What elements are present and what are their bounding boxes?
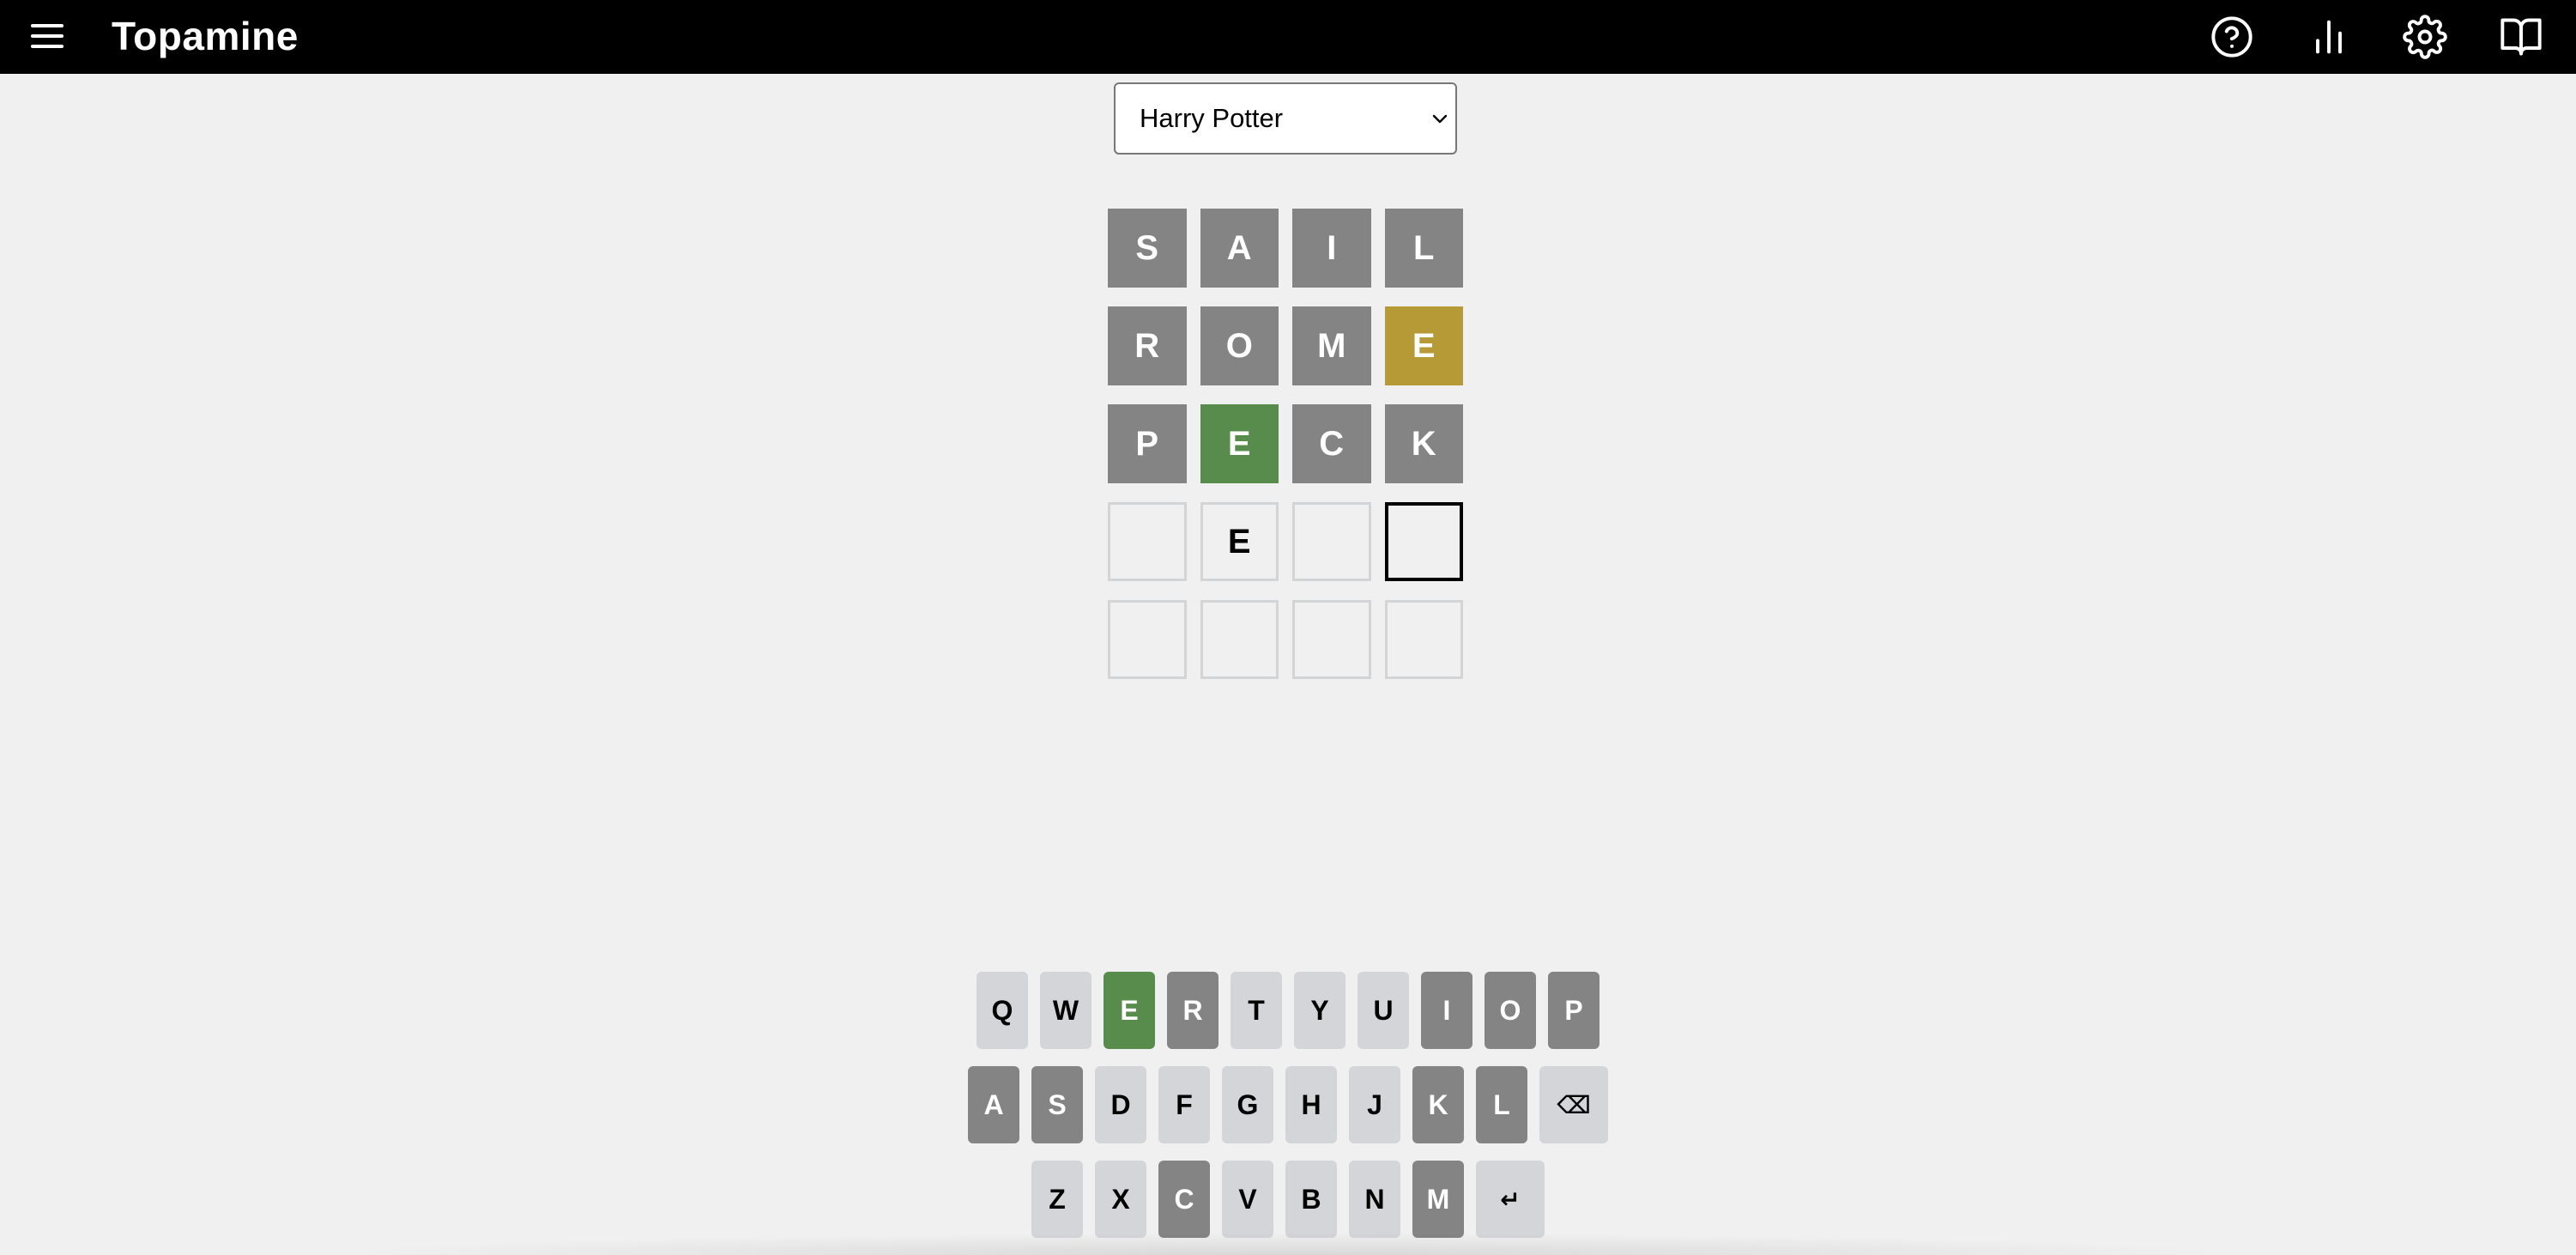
- stats-icon[interactable]: [2307, 15, 2351, 59]
- key-o[interactable]: O: [1485, 972, 1536, 1049]
- key-l[interactable]: L: [1476, 1066, 1527, 1143]
- board-tile: C: [1292, 404, 1371, 483]
- menu-icon[interactable]: [29, 19, 69, 55]
- key-x[interactable]: X: [1095, 1161, 1146, 1238]
- board-tile: K: [1384, 404, 1463, 483]
- board-tile: [1292, 502, 1371, 581]
- key-a[interactable]: A: [968, 1066, 1019, 1143]
- board-row: ROME: [1108, 306, 1463, 385]
- app-header: Topamine: [0, 0, 2576, 74]
- key-d[interactable]: D: [1095, 1066, 1146, 1143]
- enter-key[interactable]: ↵: [1476, 1161, 1545, 1238]
- key-p[interactable]: P: [1548, 972, 1599, 1049]
- key-g[interactable]: G: [1222, 1066, 1273, 1143]
- key-y[interactable]: Y: [1294, 972, 1345, 1049]
- key-t[interactable]: T: [1231, 972, 1282, 1049]
- board-row: PECK: [1108, 404, 1463, 483]
- board-row: [1108, 600, 1463, 679]
- key-w[interactable]: W: [1040, 972, 1091, 1049]
- keyboard-row: QWERTYUIOP: [0, 972, 2576, 1049]
- key-z[interactable]: Z: [1031, 1161, 1083, 1238]
- keyboard-row: Z X C V B N M ↵: [0, 1161, 2576, 1238]
- on-screen-keyboard: Q W E R T Y U I O P A S D F G H J K L ⌫ Z X C V B N M ↵: [0, 972, 2576, 1255]
- category-select-value: Harry Potter: [1140, 103, 1284, 133]
- board-tile: S: [1108, 209, 1187, 288]
- game-board: SAILROMEPECKE: [1108, 209, 1464, 698]
- app-title: Topamine: [112, 14, 299, 58]
- board-tile: O: [1200, 306, 1279, 385]
- board-tile: E: [1200, 502, 1279, 581]
- board-tile: M: [1292, 306, 1371, 385]
- key-u[interactable]: U: [1358, 972, 1409, 1049]
- board-row: E: [1108, 502, 1464, 581]
- board-tile: L: [1384, 209, 1463, 288]
- chevron-down-icon: [1432, 114, 1448, 124]
- key-j[interactable]: J: [1349, 1066, 1400, 1143]
- key-h[interactable]: H: [1285, 1066, 1337, 1143]
- board-tile: E: [1200, 404, 1279, 483]
- key-f[interactable]: F: [1158, 1066, 1210, 1143]
- key-v[interactable]: V: [1222, 1161, 1273, 1238]
- board-row: SAIL: [1108, 209, 1463, 288]
- board-tile: I: [1292, 209, 1371, 288]
- key-c[interactable]: C: [1158, 1161, 1210, 1238]
- board-tile: R: [1108, 306, 1187, 385]
- book-icon[interactable]: [2499, 15, 2543, 59]
- gear-icon[interactable]: [2403, 15, 2447, 59]
- key-n[interactable]: N: [1349, 1161, 1400, 1238]
- category-select[interactable]: Harry Potter: [1114, 82, 1457, 155]
- board-tile: [1108, 502, 1187, 581]
- key-s[interactable]: S: [1031, 1066, 1083, 1143]
- board-tile: E: [1384, 306, 1463, 385]
- backspace-key[interactable]: ⌫: [1539, 1066, 1608, 1143]
- board-tile: P: [1108, 404, 1187, 483]
- key-i[interactable]: I: [1421, 972, 1472, 1049]
- board-tile: [1200, 600, 1279, 679]
- board-tile: [1384, 600, 1463, 679]
- key-r[interactable]: R: [1167, 972, 1218, 1049]
- key-k[interactable]: K: [1412, 1066, 1464, 1143]
- key-m[interactable]: M: [1412, 1161, 1464, 1238]
- board-tile: [1108, 600, 1187, 679]
- key-e[interactable]: E: [1104, 972, 1155, 1049]
- board-tile: [1292, 600, 1371, 679]
- board-tile: [1384, 502, 1464, 581]
- board-tile: A: [1200, 209, 1279, 288]
- keyboard-row: A S D F G H J K L ⌫: [0, 1066, 2576, 1143]
- key-b[interactable]: B: [1285, 1161, 1337, 1238]
- help-icon[interactable]: [2210, 15, 2254, 59]
- key-q[interactable]: Q: [977, 972, 1028, 1049]
